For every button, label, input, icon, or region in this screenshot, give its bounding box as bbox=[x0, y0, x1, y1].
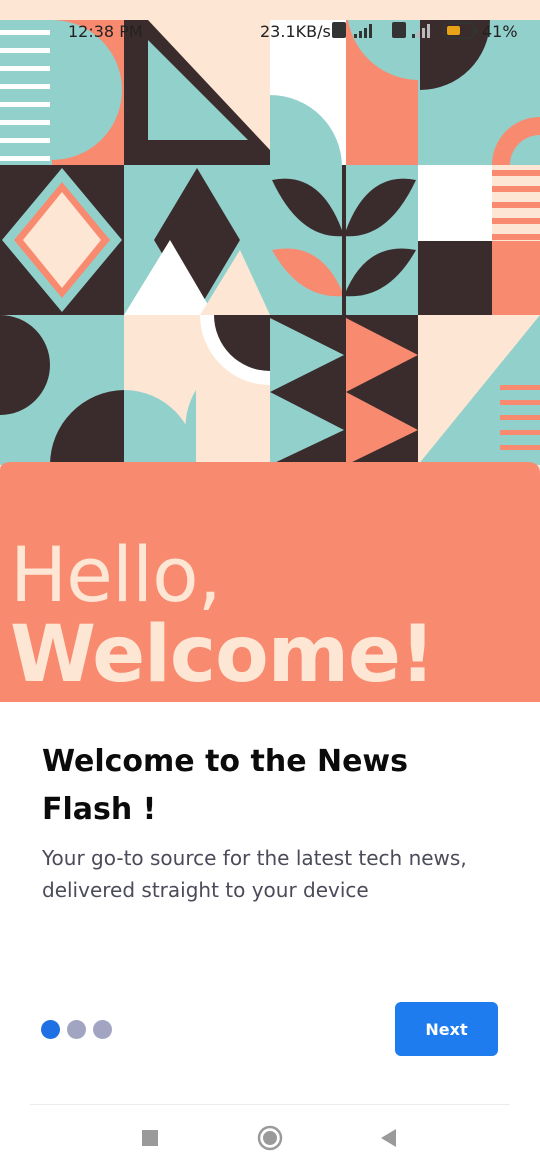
page-dot-2 bbox=[67, 1020, 86, 1039]
hero-greeting: Hello, bbox=[10, 530, 222, 619]
battery-icon bbox=[443, 22, 478, 39]
status-time: 12:38 PM bbox=[68, 22, 143, 41]
page-dot-1 bbox=[41, 1020, 60, 1039]
hero-welcome: Welcome! bbox=[10, 610, 435, 700]
home-button[interactable] bbox=[250, 1123, 290, 1153]
onboarding-content: Welcome to the News Flash ! Your go-to s… bbox=[0, 702, 540, 1170]
back-button[interactable] bbox=[370, 1123, 410, 1153]
home-icon bbox=[257, 1125, 283, 1151]
recents-icon bbox=[142, 1130, 158, 1146]
system-nav-bar bbox=[0, 1105, 540, 1170]
page-dot-3 bbox=[93, 1020, 112, 1039]
status-bar: 12:38 PM 23.1KB/s 41% bbox=[0, 0, 540, 62]
status-network-speed: 23.1KB/s bbox=[260, 22, 331, 41]
status-icons bbox=[332, 22, 478, 39]
page-indicator bbox=[41, 1020, 112, 1039]
hero-banner: Hello, Welcome! bbox=[0, 0, 540, 702]
status-battery-percent: 41% bbox=[482, 22, 518, 41]
back-icon bbox=[381, 1129, 396, 1147]
recents-button[interactable] bbox=[130, 1123, 170, 1153]
next-button[interactable]: Next bbox=[395, 1002, 498, 1056]
onboarding-subtitle: Your go-to source for the latest tech ne… bbox=[42, 846, 467, 902]
onboarding-title: Welcome to the News Flash ! bbox=[42, 744, 409, 827]
